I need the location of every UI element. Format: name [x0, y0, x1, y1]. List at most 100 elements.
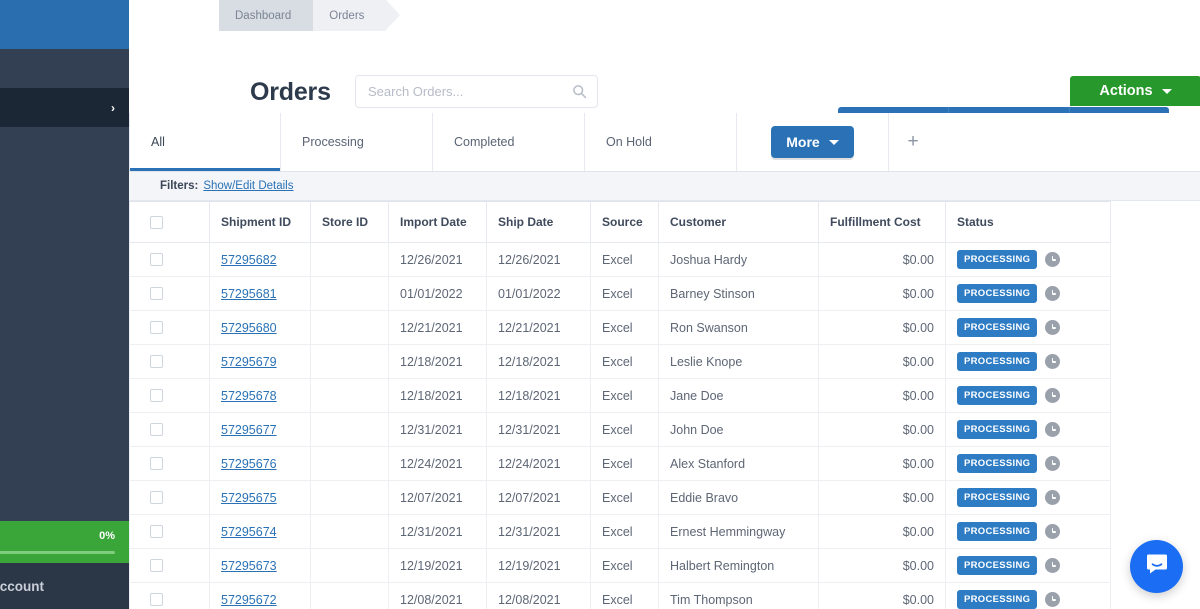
column-shipment-id[interactable]: Shipment ID — [210, 202, 311, 243]
cell-store-id — [311, 277, 389, 311]
table-row[interactable]: 5729567412/31/202112/31/2021ExcelErnest … — [130, 515, 1111, 549]
sidebar-brand: ShipHub — [0, 0, 129, 49]
row-checkbox[interactable] — [150, 253, 163, 266]
shipment-id-link[interactable]: 57295675 — [221, 491, 277, 505]
cell-fulfillment-cost: $0.00 — [819, 515, 946, 549]
cell-status: PROCESSING — [946, 481, 1111, 515]
more-dropdown-button[interactable]: More — [771, 126, 854, 158]
main-content: Dashboard Orders Orders Actions — [129, 0, 1200, 609]
table-row[interactable]: 5729567912/18/202112/18/2021ExcelLeslie … — [130, 345, 1111, 379]
table-row[interactable]: 5729567712/31/202112/31/2021ExcelJohn Do… — [130, 413, 1111, 447]
cell-fulfillment-cost: $0.00 — [819, 277, 946, 311]
shipment-id-link[interactable]: 57295677 — [221, 423, 277, 437]
cell-shipment-id: 57295673 — [210, 549, 311, 583]
account-entry[interactable]: Your Account — [0, 563, 129, 609]
table-row[interactable]: 5729567312/19/202112/19/2021ExcelHalbert… — [130, 549, 1111, 583]
table-row[interactable]: 5729568212/26/202112/26/2021ExcelJoshua … — [130, 243, 1111, 277]
column-customer[interactable]: Customer — [659, 202, 819, 243]
cell-fulfillment-cost: $0.00 — [819, 583, 946, 609]
breadcrumb-item-dashboard[interactable]: Dashboard — [219, 0, 313, 31]
sidebar-item-dashboard[interactable]: Dashboard — [0, 49, 129, 88]
row-checkbox[interactable] — [150, 321, 163, 334]
row-checkbox[interactable] — [150, 559, 163, 572]
sidebar-item-settings[interactable]: Settings — [0, 360, 129, 399]
breadcrumb-item-orders[interactable]: Orders — [313, 0, 386, 31]
shipment-id-link[interactable]: 57295674 — [221, 525, 277, 539]
search-input[interactable] — [368, 76, 563, 107]
table-row[interactable]: 5729567512/07/202112/07/2021ExcelEddie B… — [130, 481, 1111, 515]
table-row[interactable]: 5729567212/08/202112/08/2021ExcelTim Tho… — [130, 583, 1111, 609]
shipment-id-link[interactable]: 57295676 — [221, 457, 277, 471]
status-badge: PROCESSING — [957, 386, 1037, 405]
cell-shipment-id: 57295674 — [210, 515, 311, 549]
table-row[interactable]: 5729568101/01/202201/01/2022ExcelBarney … — [130, 277, 1111, 311]
page-title: Orders — [250, 78, 331, 107]
row-select-cell — [130, 549, 210, 583]
sidebar-item-inventory[interactable]: Inventory — [0, 127, 129, 166]
tab-completed[interactable]: Completed — [433, 113, 585, 171]
column-fulfillment-cost[interactable]: Fulfillment Cost — [819, 202, 946, 243]
table-row[interactable]: 5729567612/24/202112/24/2021ExcelAlex St… — [130, 447, 1111, 481]
sidebar-item-orders[interactable]: Orders › — [0, 88, 129, 127]
row-select-cell — [130, 583, 210, 609]
setup-progress-panel[interactable]: Setup 0% — [0, 521, 129, 563]
cell-ship-date: 12/31/2021 — [487, 515, 591, 549]
shipment-id-link[interactable]: 57295678 — [221, 389, 277, 403]
row-checkbox[interactable] — [150, 287, 163, 300]
cell-import-date: 12/21/2021 — [389, 311, 487, 345]
add-tab-button[interactable]: + — [889, 113, 937, 171]
row-select-cell — [130, 379, 210, 413]
shipment-id-link[interactable]: 57295680 — [221, 321, 277, 335]
row-select-cell — [130, 447, 210, 481]
cell-import-date: 12/24/2021 — [389, 447, 487, 481]
filters-bar: Filters: Show/Edit Details — [129, 172, 1200, 201]
cell-ship-date: 12/18/2021 — [487, 345, 591, 379]
tab-on-hold[interactable]: On Hold — [585, 113, 737, 171]
shipment-id-link[interactable]: 57295681 — [221, 287, 277, 301]
shipment-id-link[interactable]: 57295673 — [221, 559, 277, 573]
shipment-id-link[interactable]: 57295672 — [221, 593, 277, 607]
sidebar-divider — [0, 302, 129, 321]
table-row[interactable]: 5729567812/18/202112/18/2021ExcelJane Do… — [130, 379, 1111, 413]
row-checkbox[interactable] — [150, 525, 163, 538]
column-store-id[interactable]: Store ID — [311, 202, 389, 243]
shipment-id-link[interactable]: 57295682 — [221, 253, 277, 267]
select-all-checkbox[interactable] — [150, 216, 163, 229]
show-edit-details-link[interactable]: Show/Edit Details — [203, 180, 293, 192]
tab-processing[interactable]: Processing — [281, 113, 433, 171]
sidebar-item-reports[interactable]: Reports — [0, 224, 129, 263]
breadcrumb-label: Orders — [329, 10, 364, 22]
column-ship-date[interactable]: Ship Date — [487, 202, 591, 243]
column-import-date[interactable]: Import Date — [389, 202, 487, 243]
cell-store-id — [311, 515, 389, 549]
row-checkbox[interactable] — [150, 457, 163, 470]
clock-icon — [1045, 252, 1060, 267]
cell-status: PROCESSING — [946, 583, 1111, 609]
actions-dropdown-button[interactable]: Actions — [1070, 76, 1200, 106]
clock-icon — [1045, 286, 1060, 301]
table-row[interactable]: 5729568012/21/202112/21/2021ExcelRon Swa… — [130, 311, 1111, 345]
cell-customer: Ernest Hemmingway — [659, 515, 819, 549]
search-box[interactable] — [355, 75, 598, 108]
row-checkbox[interactable] — [150, 389, 163, 402]
cell-store-id — [311, 447, 389, 481]
cell-source: Excel — [591, 515, 659, 549]
sidebar-item-analytics[interactable]: Analytics — [0, 263, 129, 302]
sidebar-item-label: Customers — [0, 178, 115, 193]
page-header: Orders Actions Sync Orders Import Orders… — [129, 31, 1200, 113]
row-checkbox[interactable] — [150, 423, 163, 436]
cell-store-id — [311, 379, 389, 413]
row-checkbox[interactable] — [150, 491, 163, 504]
sidebar-item-integrations[interactable]: Integrations — [0, 321, 129, 360]
tab-all[interactable]: All — [129, 113, 281, 171]
row-checkbox[interactable] — [150, 593, 163, 606]
column-status[interactable]: Status — [946, 202, 1111, 243]
cell-fulfillment-cost: $0.00 — [819, 379, 946, 413]
tab-more-cell: More — [737, 113, 889, 171]
sidebar-item-customers[interactable]: Customers — [0, 166, 129, 205]
shipment-id-link[interactable]: 57295679 — [221, 355, 277, 369]
column-source[interactable]: Source — [591, 202, 659, 243]
chat-launcher-button[interactable] — [1130, 540, 1183, 593]
row-checkbox[interactable] — [150, 355, 163, 368]
cell-shipment-id: 57295679 — [210, 345, 311, 379]
